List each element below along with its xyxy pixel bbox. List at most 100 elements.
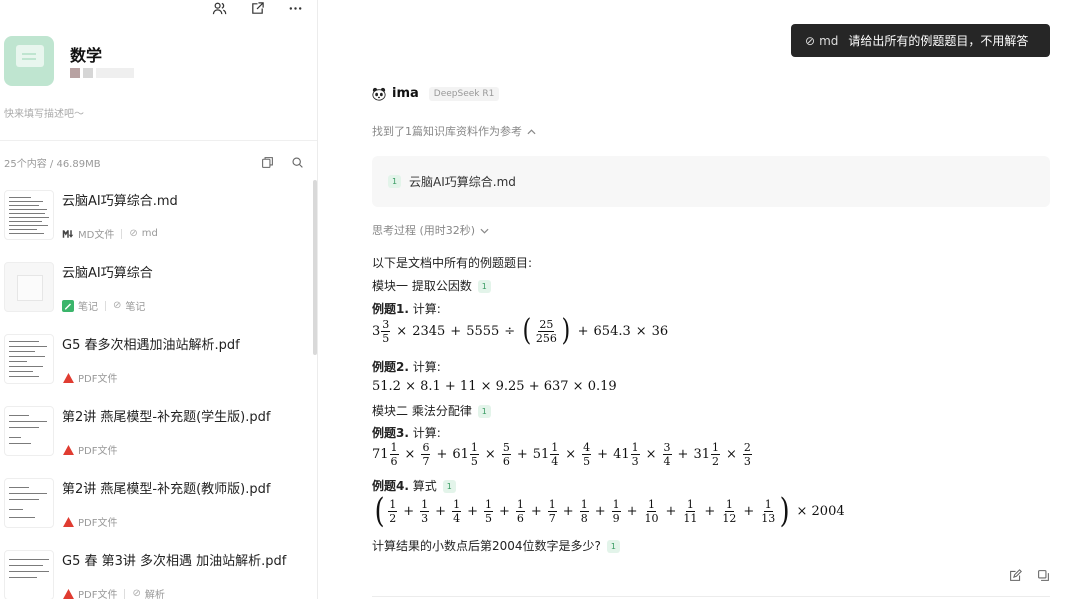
- import-icon[interactable]: [260, 156, 274, 170]
- example-text: 计算:: [408, 360, 441, 374]
- file-thumbnail: [4, 334, 54, 384]
- module-title: 模块一 提取公因数: [372, 279, 472, 293]
- file-item[interactable]: 云脑AI巧算综合.md MD文件 ⊘ md: [4, 190, 304, 248]
- module-title: 模块二 乘法分配律: [372, 404, 472, 418]
- pdf-icon: [62, 588, 74, 599]
- example2-formula: 51.2 × 8.1 + 11 × 9.25 + 637 × 0.19: [372, 379, 617, 394]
- citation-badge[interactable]: 1: [477, 280, 491, 293]
- file-tags: PDF文件 ⊘ 解析: [62, 586, 165, 599]
- bot-header: ima DeepSeek R1: [372, 86, 500, 101]
- file-tag[interactable]: 笔记: [125, 298, 145, 313]
- knowledge-base-sidebar: 数学 快来填写描述吧～ 25个内容 / 46.89MB 云脑AI巧算综合.md …: [0, 0, 318, 599]
- example-label: 例题3.: [372, 426, 409, 440]
- file-thumbnail: [4, 406, 54, 456]
- final-question-text: 计算结果的小数点后第2004位数字是多少?: [372, 539, 601, 553]
- edit-note-icon[interactable]: [1008, 568, 1022, 582]
- sidebar-top-actions: [211, 0, 303, 16]
- kb-title: 数学: [70, 46, 103, 65]
- file-name: 云脑AI巧算综合.md: [62, 194, 178, 209]
- file-tags: PDF文件: [62, 442, 117, 457]
- copy-icon[interactable]: [1036, 568, 1050, 582]
- module-heading: 模块二 乘法分配律 1: [372, 402, 491, 419]
- file-item[interactable]: 云脑AI巧算综合 笔记 ⊘ 笔记: [4, 262, 304, 320]
- example-label: 例题1.: [372, 302, 409, 316]
- file-item[interactable]: G5 春 第3讲 多次相遇 加油站解析.pdf PDF文件 ⊘ 解析: [4, 550, 304, 599]
- example-text: 计算:: [408, 302, 441, 316]
- answer-intro: 以下是文档中所有的例题题目:: [372, 256, 533, 270]
- thinking-toggle-label: 思考过程 (用时32秒): [372, 224, 476, 237]
- sidebar-scrollbar[interactable]: [313, 180, 317, 355]
- kb-meta-row: 25个内容 / 46.89MB: [4, 155, 304, 170]
- citation-badge: 1: [388, 175, 401, 188]
- example-text: 计算:: [408, 426, 441, 440]
- file-item[interactable]: G5 春多次相遇加油站解析.pdf PDF文件: [4, 334, 304, 392]
- file-tags: PDF文件: [62, 370, 117, 385]
- pdf-icon: [62, 372, 74, 384]
- file-thumbnail: [4, 262, 54, 312]
- example4-multiplier: × 2004: [796, 503, 845, 519]
- bot-name: ima: [392, 86, 419, 101]
- model-badge: DeepSeek R1: [428, 86, 500, 101]
- app-root: 数学 快来填写描述吧～ 25个内容 / 46.89MB 云脑AI巧算综合.md …: [0, 0, 1080, 599]
- thinking-toggle[interactable]: 思考过程 (用时32秒): [372, 222, 489, 238]
- kb-content-count: 25个内容 / 46.89MB: [4, 159, 101, 170]
- user-message-text: 请给出所有的例题题目，不用解答: [848, 34, 1029, 48]
- file-name: G5 春 第3讲 多次相遇 加油站解析.pdf: [62, 554, 287, 569]
- file-type-label: PDF文件: [78, 590, 118, 599]
- md-icon: [62, 228, 74, 240]
- file-item[interactable]: 第2讲 燕尾模型-补充题(教师版).pdf PDF文件: [4, 478, 304, 536]
- members-icon[interactable]: [211, 0, 227, 16]
- file-type-label: 笔记: [78, 302, 98, 313]
- file-tags: 笔记 ⊘ 笔记: [62, 298, 145, 313]
- example3-formula: 71 1 6 × 6 7 +61 1 5 × 5 6 +51 1 4 × 4 5 +41 1 3 × 3 4 +31 1 2…: [372, 441, 752, 468]
- example-heading: 例题3. 计算:: [372, 424, 441, 441]
- example-heading: 例题4. 算式 1: [372, 477, 456, 494]
- tag-icon: ⊘: [805, 33, 816, 48]
- final-question: 计算结果的小数点后第2004位数字是多少? 1: [372, 537, 620, 554]
- search-icon[interactable]: [290, 156, 304, 170]
- tag-icon: ⊘: [113, 300, 122, 311]
- module-heading: 模块一 提取公因数 1: [372, 277, 491, 294]
- file-name: 第2讲 燕尾模型-补充题(教师版).pdf: [62, 482, 271, 497]
- share-icon[interactable]: [249, 0, 265, 16]
- example-heading: 例题2. 计算:: [372, 358, 441, 375]
- pdf-icon: [62, 444, 74, 456]
- file-type-label: MD文件: [78, 230, 115, 241]
- panda-icon: [372, 87, 386, 101]
- pdf-icon: [62, 516, 74, 528]
- file-tag[interactable]: md: [142, 228, 158, 239]
- file-thumbnail: [4, 478, 54, 528]
- file-tag[interactable]: 解析: [145, 586, 165, 599]
- file-tags: MD文件 ⊘ md: [62, 226, 158, 241]
- example4-formula: ( 1 2 + 1 3 + 1 4 + 1 5 + 1 6 + 1 7 + 1 8 + 1 9 + 1 10 + 1…: [374, 491, 845, 531]
- file-type-label: PDF文件: [78, 446, 118, 457]
- user-message-bubble: ⊘ md 请给出所有的例题题目，不用解答: [791, 24, 1050, 57]
- file-name: G5 春多次相遇加油站解析.pdf: [62, 338, 240, 353]
- example-text: 算式: [408, 479, 437, 493]
- file-item[interactable]: 第2讲 燕尾模型-补充题(学生版).pdf PDF文件: [4, 406, 304, 464]
- message-actions: [1008, 568, 1050, 582]
- kb-owner-avatar: [70, 68, 134, 78]
- more-icon[interactable]: [287, 0, 303, 16]
- user-message-ref: md: [819, 33, 839, 48]
- reference-card[interactable]: 1 云脑AI巧算综合.md: [372, 156, 1050, 207]
- chevron-up-icon: [527, 125, 536, 138]
- note-icon: [62, 299, 74, 312]
- file-type-label: PDF文件: [78, 518, 118, 529]
- file-type-label: PDF文件: [78, 374, 118, 385]
- example-heading: 例题1. 计算:: [372, 300, 441, 317]
- kb-header: 数学: [4, 36, 102, 86]
- reference-file-name: 云脑AI巧算综合.md: [409, 175, 516, 189]
- tag-icon: ⊘: [132, 588, 141, 599]
- chevron-down-icon: [480, 224, 489, 237]
- citation-badge[interactable]: 1: [606, 540, 620, 553]
- file-tags: PDF文件: [62, 514, 117, 529]
- file-name: 第2讲 燕尾模型-补充题(学生版).pdf: [62, 410, 271, 425]
- file-name: 云脑AI巧算综合: [62, 266, 153, 281]
- divider: [0, 140, 317, 141]
- kb-description[interactable]: 快来填写描述吧～: [4, 105, 84, 120]
- citation-badge[interactable]: 1: [477, 405, 491, 418]
- citation-badge[interactable]: 1: [442, 480, 456, 493]
- references-toggle[interactable]: 找到了1篇知识库资料作为参考: [372, 123, 536, 139]
- file-thumbnail: [4, 550, 54, 599]
